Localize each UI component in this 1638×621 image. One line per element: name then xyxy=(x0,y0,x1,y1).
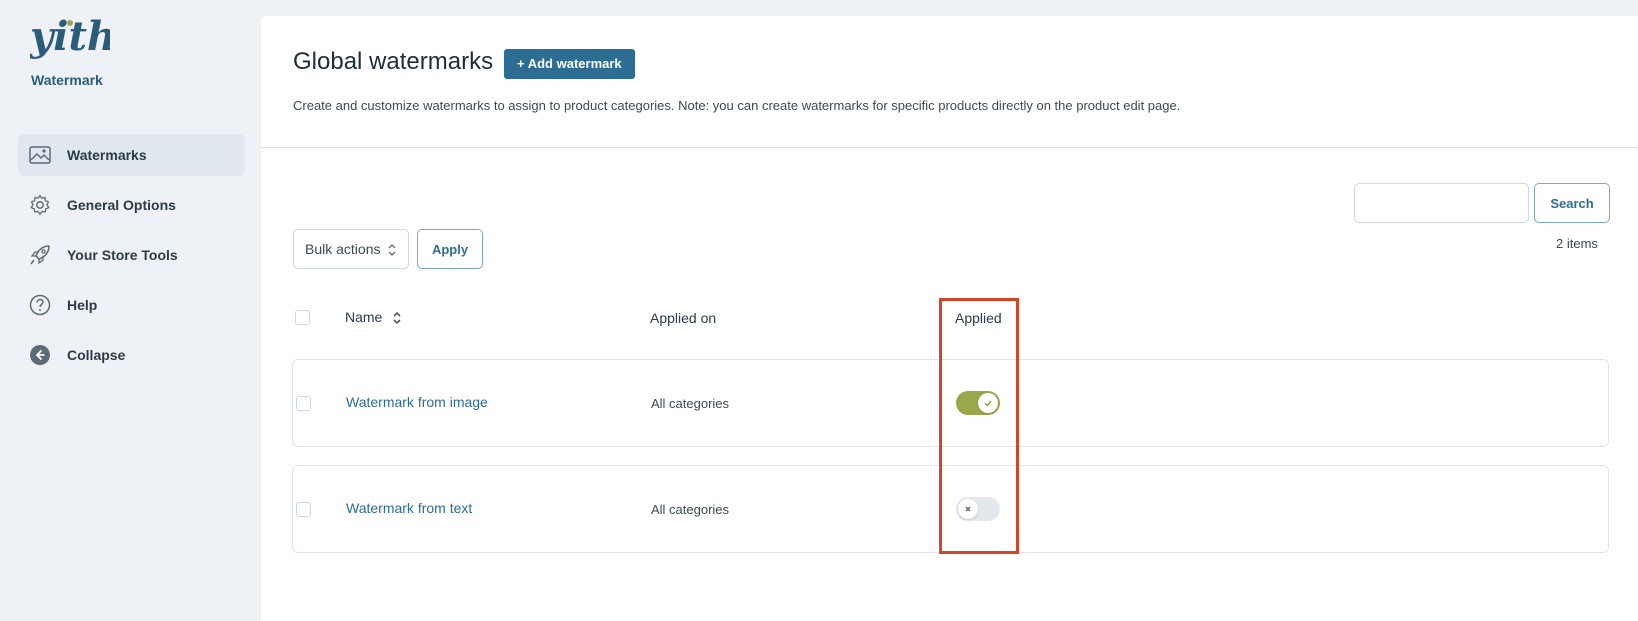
page-description: Create and customize watermarks to assig… xyxy=(293,98,1181,113)
bulk-actions-label: Bulk actions xyxy=(305,241,381,257)
image-icon xyxy=(28,143,52,167)
sidebar-item-label: Collapse xyxy=(67,347,126,363)
item-count: 2 items xyxy=(1556,236,1598,251)
column-header-name[interactable]: Name xyxy=(345,309,402,325)
sidebar-item-watermarks[interactable]: Watermarks xyxy=(18,134,245,176)
applied-on-value: All categories xyxy=(651,396,730,411)
sidebar-item-general-options[interactable]: General Options xyxy=(18,184,245,226)
sidebar-item-help[interactable]: Help xyxy=(18,284,245,326)
sidebar-item-label: Watermarks xyxy=(67,147,147,163)
main-panel: Global watermarks + Add watermark Create… xyxy=(261,16,1638,621)
select-all-checkbox[interactable] xyxy=(295,310,310,325)
sidebar-nav: Watermarks General Options Your Store To… xyxy=(18,134,245,384)
plugin-name: Watermark xyxy=(31,72,103,88)
sidebar: yith Watermark Watermarks General Option… xyxy=(0,0,260,621)
column-header-label: Name xyxy=(345,309,383,325)
applied-toggle[interactable] xyxy=(956,391,1000,415)
sidebar-item-collapse[interactable]: Collapse xyxy=(18,334,245,376)
bulk-actions-select[interactable]: Bulk actions xyxy=(293,229,409,269)
gear-icon xyxy=(28,193,52,217)
row-checkbox[interactable] xyxy=(296,396,311,411)
sidebar-item-label: Your Store Tools xyxy=(67,247,178,263)
watermark-name-link[interactable]: Watermark from text xyxy=(346,500,472,516)
row-checkbox[interactable] xyxy=(296,502,311,517)
close-icon xyxy=(958,499,978,519)
select-arrows-icon xyxy=(388,244,396,256)
applied-toggle[interactable] xyxy=(956,497,1000,521)
search-button[interactable]: Search xyxy=(1534,183,1610,223)
yith-logo: yith xyxy=(30,14,110,60)
page-header: Global watermarks + Add watermark Create… xyxy=(261,16,1638,148)
page-title: Global watermarks xyxy=(293,48,494,75)
table-row: Watermark from text All categories xyxy=(292,465,1609,553)
column-header-applied-on: Applied on xyxy=(650,310,717,326)
sort-icon xyxy=(393,312,401,325)
watermark-name-link[interactable]: Watermark from image xyxy=(346,394,488,410)
column-header-applied: Applied xyxy=(955,310,1002,326)
table-row: Watermark from image All categories xyxy=(292,359,1609,447)
sidebar-item-label: Help xyxy=(67,297,98,313)
sidebar-item-label: General Options xyxy=(67,197,176,213)
sidebar-item-store-tools[interactable]: Your Store Tools xyxy=(18,234,245,276)
rocket-icon xyxy=(28,243,52,267)
check-icon xyxy=(978,393,998,413)
apply-button[interactable]: Apply xyxy=(417,229,483,269)
applied-on-value: All categories xyxy=(651,502,730,517)
help-circle-icon xyxy=(28,293,52,317)
add-watermark-button[interactable]: + Add watermark xyxy=(504,49,635,79)
search-input[interactable] xyxy=(1354,183,1529,223)
collapse-arrow-icon xyxy=(28,343,52,367)
